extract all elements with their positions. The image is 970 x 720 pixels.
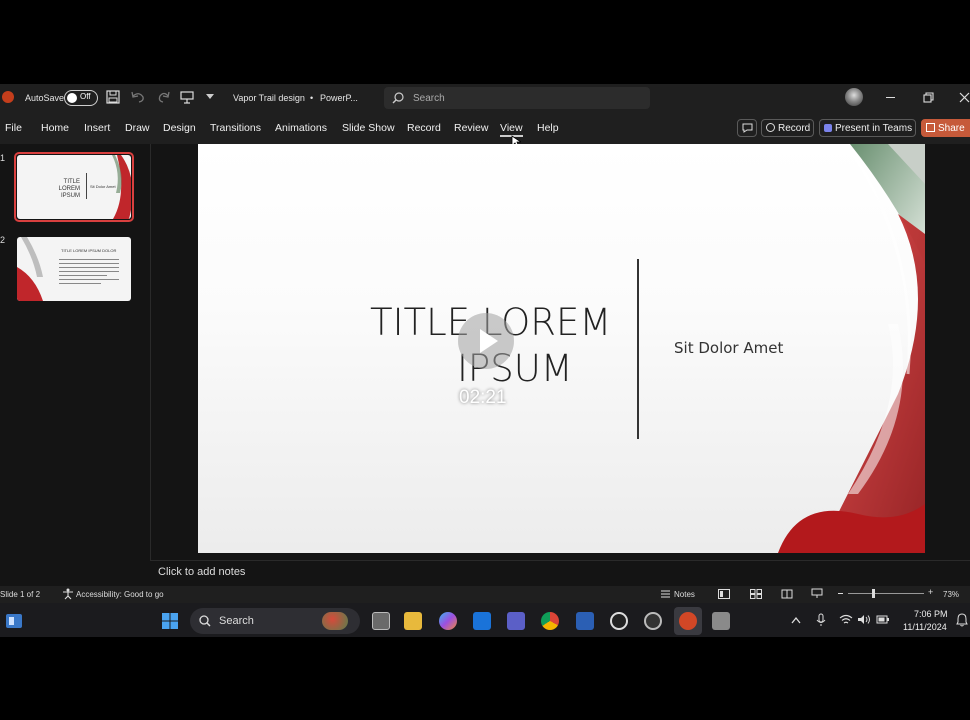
- search-icon: [392, 92, 404, 104]
- video-timestamp: 02:21: [459, 387, 507, 408]
- chevron-up-icon[interactable]: [791, 616, 801, 624]
- tab-review[interactable]: Review: [454, 122, 488, 134]
- record-icon: [766, 123, 775, 132]
- zoom-level[interactable]: 73%: [943, 590, 959, 599]
- comments-button[interactable]: [737, 119, 757, 137]
- wifi-icon[interactable]: [839, 614, 853, 625]
- chrome-icon[interactable]: [541, 612, 559, 630]
- thumbnail-title: TITLE LOREM IPSUM: [58, 179, 80, 199]
- zoom-slider-thumb[interactable]: [872, 589, 875, 598]
- zoom-in-icon[interactable]: +: [928, 587, 933, 597]
- slide-subtitle[interactable]: Sit Dolor Amet: [674, 339, 783, 357]
- slide-canvas[interactable]: TITLE LOREM IPSUM Sit Dolor Amet: [198, 144, 925, 553]
- widgets-icon[interactable]: [5, 612, 23, 630]
- thumbnail-number: 1: [0, 153, 6, 163]
- recorder-icon[interactable]: [644, 612, 662, 630]
- teams-icon: [824, 124, 832, 132]
- tab-record[interactable]: Record: [407, 122, 441, 134]
- snipping-tool-icon[interactable]: [712, 612, 730, 630]
- comment-icon: [742, 123, 753, 133]
- thumbnail-divider: [86, 173, 87, 199]
- notes-icon: [661, 590, 670, 598]
- redo-icon[interactable]: [157, 90, 171, 104]
- search-placeholder: Search: [413, 93, 445, 104]
- minimize-icon[interactable]: [886, 97, 895, 98]
- copilot-icon[interactable]: [439, 612, 457, 630]
- restore-icon[interactable]: [923, 92, 934, 103]
- present-in-teams-label: Present in Teams: [835, 123, 913, 134]
- taskbar-search-label: Search: [219, 615, 254, 627]
- taskbar-search[interactable]: Search: [190, 608, 360, 634]
- powerpoint-icon[interactable]: [679, 612, 697, 630]
- battery-icon[interactable]: [876, 614, 890, 625]
- file-explorer-icon[interactable]: [404, 612, 422, 630]
- slide-sorter-icon[interactable]: [750, 589, 762, 599]
- notes-placeholder: Click to add notes: [158, 566, 246, 578]
- task-view-icon[interactable]: [372, 612, 390, 630]
- tab-help[interactable]: Help: [537, 122, 559, 134]
- clock-date[interactable]: 11/11/2024: [903, 622, 947, 632]
- zoom-slider-track[interactable]: [848, 593, 924, 594]
- present-in-teams-button[interactable]: Present in Teams: [819, 119, 916, 137]
- volume-icon[interactable]: [857, 614, 871, 625]
- video-play-icon[interactable]: [458, 313, 514, 369]
- slide-indicator: Slide 1 of 2: [0, 590, 41, 599]
- tab-file[interactable]: File: [5, 122, 22, 134]
- tab-design[interactable]: Design: [163, 122, 196, 134]
- tab-insert[interactable]: Insert: [84, 122, 110, 134]
- title-separator: •: [310, 93, 314, 103]
- undo-icon[interactable]: [130, 90, 148, 104]
- teams-icon[interactable]: [507, 612, 525, 630]
- avatar[interactable]: [845, 88, 863, 106]
- autosave-state: Off: [80, 92, 91, 101]
- zoom-out-icon[interactable]: [838, 593, 843, 594]
- tab-home[interactable]: Home: [41, 122, 69, 134]
- windows-start-icon[interactable]: [161, 612, 179, 630]
- autosave-label: AutoSave: [25, 93, 65, 103]
- share-button[interactable]: Share: [921, 119, 970, 137]
- slide-thumbnail-1[interactable]: TITLE LOREM IPSUM Sit Dolor Amet: [17, 155, 131, 219]
- accessibility-status[interactable]: Accessibility: Good to go: [76, 590, 164, 599]
- clock-time[interactable]: 7:06 PM: [914, 609, 948, 619]
- title-divider-line: [637, 259, 639, 439]
- tab-slide-show[interactable]: Slide Show: [342, 122, 395, 134]
- media-player-icon[interactable]: [610, 612, 628, 630]
- notes-pane[interactable]: Click to add notes: [150, 560, 970, 587]
- thumbnail-number: 2: [0, 235, 6, 245]
- thumbnail-subtitle: Sit Dolor Amet: [90, 184, 116, 189]
- notes-button[interactable]: Notes: [674, 590, 695, 599]
- present-from-start-icon[interactable]: [180, 90, 194, 104]
- tab-transitions[interactable]: Transitions: [210, 122, 261, 134]
- document-title[interactable]: Vapor Trail design: [233, 93, 305, 103]
- record-button[interactable]: Record: [761, 119, 814, 137]
- reading-view-icon[interactable]: [781, 589, 793, 599]
- tab-animations[interactable]: Animations: [275, 122, 327, 134]
- slide-thumbnail-2[interactable]: TITLE LOREM IPSUM DOLOR: [17, 237, 131, 301]
- outlook-icon[interactable]: [473, 612, 491, 630]
- normal-view-icon[interactable]: [718, 589, 730, 599]
- share-icon: [926, 123, 935, 132]
- word-icon[interactable]: [576, 612, 594, 630]
- save-icon[interactable]: [106, 90, 120, 104]
- thumbnail-title: TITLE LOREM IPSUM DOLOR: [61, 248, 117, 253]
- autosave-toggle[interactable]: Off: [64, 90, 98, 106]
- slide-show-icon[interactable]: [811, 588, 823, 599]
- share-label: Share: [938, 123, 965, 134]
- notification-bell-icon[interactable]: [956, 613, 968, 627]
- toggle-knob: [67, 93, 77, 103]
- search-box[interactable]: Search: [384, 87, 650, 109]
- accessibility-icon: [63, 588, 73, 600]
- thumbnail-body-text: [59, 259, 119, 284]
- tab-draw[interactable]: Draw: [125, 122, 150, 134]
- search-icon: [199, 615, 211, 627]
- powerpoint-logo-icon: [2, 91, 14, 103]
- search-highlight-icon: [322, 612, 348, 630]
- record-label: Record: [778, 123, 811, 134]
- customize-toolbar-icon[interactable]: [206, 94, 214, 100]
- app-name: PowerP...: [320, 93, 358, 103]
- microphone-icon[interactable]: [816, 613, 826, 627]
- close-icon[interactable]: [959, 92, 970, 103]
